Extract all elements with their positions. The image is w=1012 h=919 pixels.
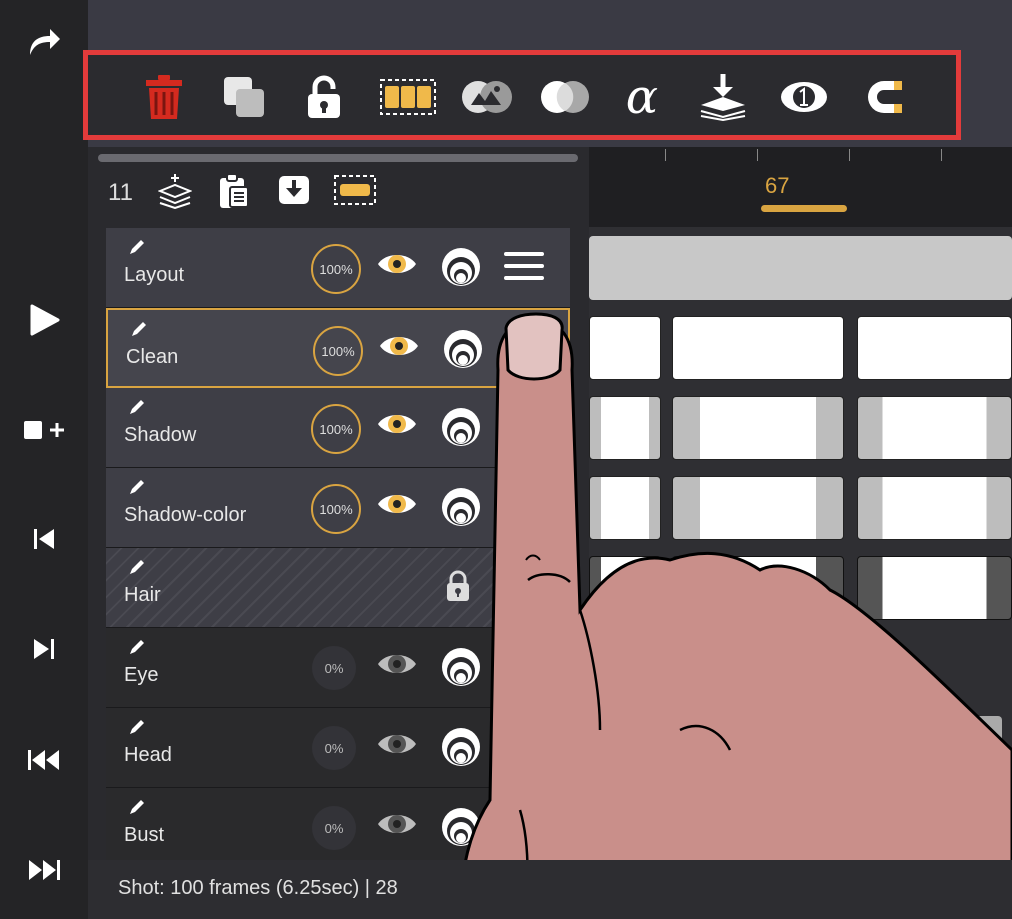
opacity-control[interactable]: 0% <box>312 646 356 690</box>
import-layer-icon[interactable] <box>278 175 310 210</box>
play-icon[interactable] <box>0 300 88 340</box>
pencil-icon <box>128 638 146 656</box>
lock-open-icon[interactable] <box>300 73 348 121</box>
opacity-control[interactable]: 100% <box>311 244 361 294</box>
redo-icon[interactable] <box>0 22 88 62</box>
add-frame-icon[interactable] <box>0 412 88 448</box>
fast-forward-icon[interactable] <box>0 855 88 885</box>
opacity-control[interactable]: 0% <box>312 806 356 850</box>
layer-panel-header: 11 <box>88 165 589 227</box>
layer-name: Eye <box>124 664 159 686</box>
layer-name: Layout <box>124 264 185 286</box>
alpha-icon[interactable]: α <box>618 73 666 121</box>
layer-name: Hair <box>124 584 161 606</box>
eye-icon[interactable] <box>376 250 418 283</box>
opacity-control[interactable]: 100% <box>311 484 361 534</box>
pencil-icon <box>128 798 146 816</box>
eye-icon[interactable] <box>376 730 418 763</box>
pencil-icon <box>130 320 148 338</box>
eye-icon[interactable] <box>378 332 420 365</box>
opacity-one-icon[interactable] <box>778 73 830 121</box>
magnet-icon[interactable] <box>862 73 910 121</box>
next-keyframe-icon[interactable] <box>0 634 88 664</box>
eye-icon[interactable] <box>376 490 418 523</box>
layer-name: Shadow-color <box>124 504 247 526</box>
eye-icon[interactable] <box>376 410 418 443</box>
left-toolbar <box>0 0 89 919</box>
finger-overlay <box>458 312 1012 919</box>
pencil-icon <box>128 558 146 576</box>
prev-keyframe-icon[interactable] <box>0 524 88 554</box>
timeline-cell[interactable] <box>589 236 1012 300</box>
layer-name: Head <box>124 744 172 766</box>
eye-icon[interactable] <box>376 650 418 683</box>
layer-name: Clean <box>126 346 179 368</box>
rewind-icon[interactable] <box>0 745 88 775</box>
layer-actions-toolbar: α <box>83 50 961 140</box>
current-frame-number: 67 <box>765 173 790 198</box>
overlay-icon[interactable] <box>538 73 592 121</box>
panel-drag-handle[interactable] <box>98 154 578 162</box>
merge-down-icon[interactable] <box>696 73 750 121</box>
layer-menu-icon[interactable] <box>504 250 544 287</box>
pencil-icon <box>128 478 146 496</box>
delete-icon[interactable] <box>140 73 188 121</box>
opacity-control[interactable]: 100% <box>313 326 363 376</box>
onion-skin-icon[interactable] <box>440 246 482 293</box>
pencil-icon <box>128 238 146 256</box>
duplicate-icon[interactable] <box>220 73 268 121</box>
pencil-icon <box>128 398 146 416</box>
blend-mode-icon[interactable] <box>460 73 514 121</box>
select-layer-frames-icon[interactable] <box>334 175 376 210</box>
layer-count: 11 <box>108 179 133 206</box>
playhead-indicator[interactable] <box>761 205 847 212</box>
opacity-control[interactable]: 100% <box>311 404 361 454</box>
paste-layer-icon[interactable] <box>218 173 250 214</box>
pencil-icon <box>128 718 146 736</box>
layer-row[interactable]: Layout 100% <box>106 228 570 308</box>
opacity-control[interactable]: 0% <box>312 726 356 770</box>
eye-icon[interactable] <box>376 810 418 843</box>
status-text: Shot: 100 frames (6.25sec) | 28 <box>118 877 398 899</box>
layer-name: Shadow <box>124 424 197 446</box>
timeline-ruler: 67 <box>589 147 1012 227</box>
select-frames-icon[interactable] <box>378 73 438 121</box>
layer-name: Bust <box>124 824 165 846</box>
add-layer-icon[interactable] <box>157 173 193 214</box>
